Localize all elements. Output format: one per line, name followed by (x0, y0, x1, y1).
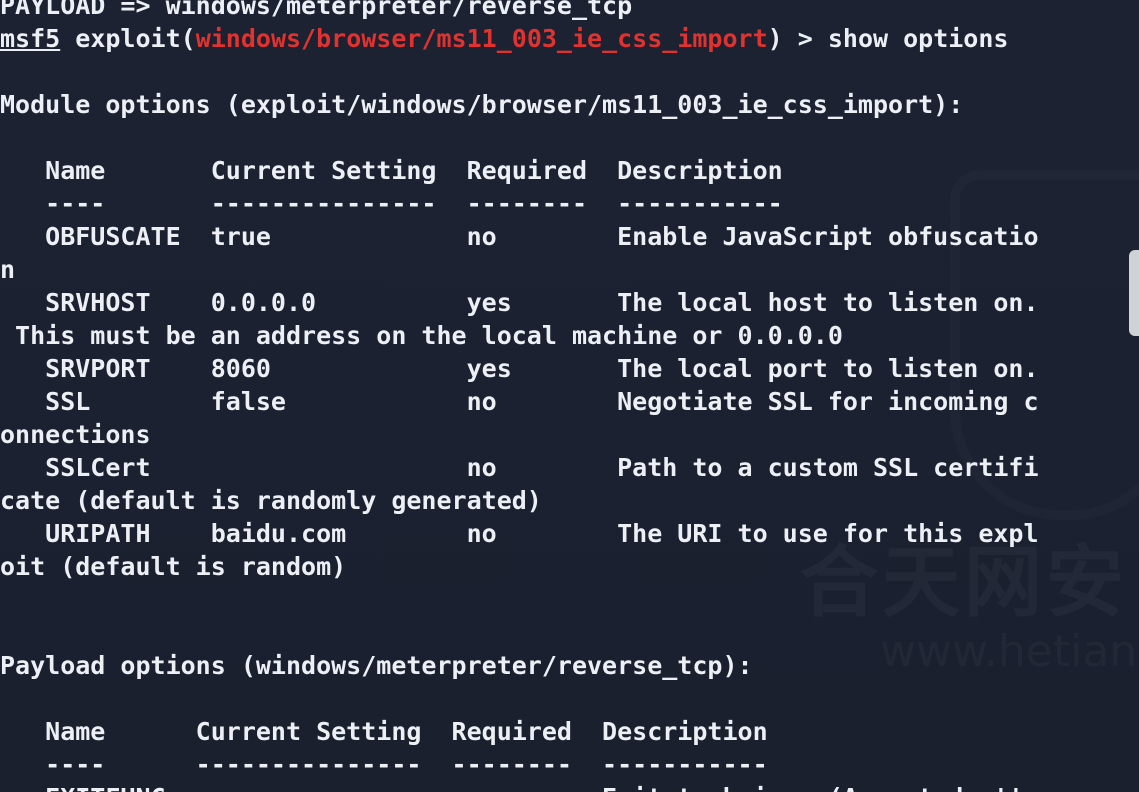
terminal-line: URIPATH baidu.com no The URI to use for … (0, 519, 1039, 548)
terminal-line: cate (default is randomly generated) (0, 486, 542, 515)
prompt-line: msf5 exploit(windows/browser/ms11_003_ie… (0, 22, 1039, 55)
terminal-line: EXITFUNC process yes Exit technique (Acc… (0, 781, 1039, 792)
prompt-module: windows/browser/ms11_003_ie_css_import (195, 24, 768, 53)
terminal-line: oit (default is random) (0, 552, 347, 581)
terminal-line: Name Current Setting Required Descriptio… (0, 717, 768, 746)
terminal-line: OBFUSCATE true no Enable JavaScript obfu… (0, 222, 1039, 251)
prompt-command-prefix: exploit( (60, 24, 196, 53)
terminal-line: Payload options (windows/meterpreter/rev… (0, 651, 753, 680)
terminal-line: ---- --------------- -------- ----------… (0, 189, 783, 218)
terminal-line: SSLCert no Path to a custom SSL certifi (0, 453, 1039, 482)
terminal-line: SSL false no Negotiate SSL for incoming … (0, 387, 1039, 416)
prompt-command-suffix: ) > show options (767, 24, 1009, 53)
terminal-output: PAYLOAD => windows/meterpreter/reverse_t… (0, 0, 1039, 792)
terminal-line: SRVHOST 0.0.0.0 yes The local host to li… (0, 288, 1039, 317)
terminal-line: PAYLOAD => windows/meterpreter/reverse_t… (0, 0, 633, 20)
terminal-window[interactable]: 合天网安 www.hetianla PAYLOAD => windows/met… (0, 0, 1139, 792)
prompt-label: msf5 (0, 24, 61, 53)
scrollbar-thumb[interactable] (1129, 250, 1139, 336)
terminal-line: n (0, 255, 16, 284)
terminal-line: Module options (exploit/windows/browser/… (0, 90, 964, 119)
terminal-line: This must be an address on the local mac… (0, 321, 843, 350)
terminal-line: SRVPORT 8060 yes The local port to liste… (0, 354, 1039, 383)
terminal-line: ---- --------------- -------- ----------… (0, 750, 768, 779)
terminal-line: onnections (0, 420, 151, 449)
terminal-line: Name Current Setting Required Descriptio… (0, 156, 783, 185)
